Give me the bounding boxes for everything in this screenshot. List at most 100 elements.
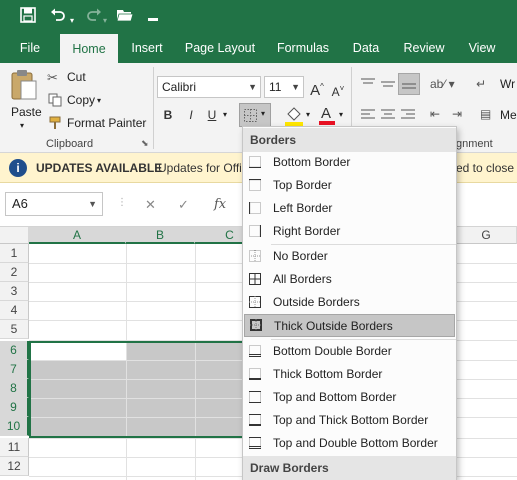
row-header[interactable]: 12	[0, 457, 29, 476]
row-header[interactable]: 9	[0, 398, 29, 417]
cancel-icon[interactable]: ✕	[145, 197, 156, 213]
menu-item-thick-outside-borders[interactable]: Thick Outside Borders	[244, 314, 455, 337]
all-borders-icon	[249, 273, 261, 285]
menu-item-top-double-bottom-border[interactable]: Top and Double Bottom Border	[243, 432, 456, 455]
redo-icon[interactable]	[86, 7, 102, 27]
wrap-text-icon[interactable]: ↵	[476, 77, 486, 91]
font-name-value: Calibri	[162, 80, 197, 94]
underline-button[interactable]: U	[204, 105, 220, 125]
paste-label: Paste	[11, 105, 42, 119]
increase-indent-icon[interactable]: ⇥	[452, 107, 462, 121]
undo-icon[interactable]	[50, 7, 66, 27]
outside-borders-icon	[249, 296, 261, 308]
menu-item-bottom-double-border[interactable]: Bottom Double Border	[243, 340, 456, 363]
draw-borders-heading: Draw Borders	[243, 456, 456, 480]
row-header[interactable]: 3	[0, 282, 29, 301]
tab-page-layout[interactable]: Page Layout	[180, 33, 260, 63]
redo-dropdown-icon[interactable]: ▾	[103, 12, 107, 30]
row-header[interactable]: 11	[0, 438, 29, 457]
insert-function-icon[interactable]: fx	[214, 197, 226, 212]
cut-button[interactable]: ✂ Cut	[47, 69, 97, 87]
row-header[interactable]: 7	[0, 360, 29, 379]
tab-view[interactable]: View	[462, 33, 502, 63]
menu-item-label: No Border	[273, 249, 328, 263]
merge-center-label[interactable]: Me	[500, 108, 517, 122]
clipboard-group-label: Clipboard	[46, 138, 94, 150]
tab-formulas[interactable]: Formulas	[270, 33, 336, 63]
font-size-select[interactable]: 11 ▼	[264, 76, 304, 98]
select-all-corner[interactable]	[0, 227, 29, 244]
tab-insert[interactable]: Insert	[124, 33, 170, 63]
font-color-icon[interactable]: A	[318, 103, 336, 128]
chevron-down-icon: ▼	[88, 199, 97, 209]
row-header[interactable]: 10	[0, 417, 29, 436]
merge-center-icon[interactable]: ▤	[480, 107, 491, 121]
save-icon[interactable]	[20, 7, 36, 27]
row-header[interactable]: 5	[0, 320, 29, 339]
resize-handle-icon[interactable]: ⋮	[117, 197, 127, 208]
menu-item-left-border[interactable]: Left Border	[243, 197, 456, 220]
column-header[interactable]: B	[126, 227, 195, 244]
font-color-dropdown-icon[interactable]: ▾	[339, 110, 343, 119]
paste-button[interactable]: Paste ▾	[6, 67, 42, 131]
copy-button[interactable]: Copy ▾	[47, 91, 107, 109]
clipboard-launcher-icon[interactable]: ⬊	[141, 138, 149, 149]
underline-dropdown-icon[interactable]: ▾	[223, 110, 227, 119]
row-header[interactable]: 2	[0, 263, 29, 282]
top-bottom-border-icon	[249, 391, 261, 403]
alignment-group-label: gnment	[456, 138, 493, 150]
menu-item-bottom-border[interactable]: Bottom Border	[243, 151, 456, 174]
menu-item-all-borders[interactable]: All Borders	[243, 268, 456, 291]
decrease-font-size-icon[interactable]: A˅	[329, 79, 347, 102]
align-center-icon[interactable]	[380, 108, 396, 125]
row-header[interactable]: 8	[0, 379, 29, 398]
align-right-icon[interactable]	[400, 108, 416, 125]
menu-item-thick-bottom-border[interactable]: Thick Bottom Border	[243, 363, 456, 386]
name-box[interactable]: A6 ▼	[5, 192, 103, 216]
thick-outside-borders-icon	[250, 319, 262, 331]
menu-item-top-border[interactable]: Top Border	[243, 174, 456, 197]
column-header[interactable]: A	[29, 227, 126, 244]
menu-item-label: Bottom Border	[273, 155, 351, 169]
thick-bottom-border-icon	[249, 368, 261, 380]
undo-dropdown-icon[interactable]: ▾	[70, 12, 74, 30]
decrease-indent-icon[interactable]: ⇤	[430, 107, 440, 121]
menu-item-label: Left Border	[273, 201, 333, 215]
bold-button[interactable]: B	[160, 105, 176, 125]
tab-file[interactable]: File	[10, 33, 50, 63]
top-border-icon	[249, 179, 261, 191]
menu-item-no-border[interactable]: No Border	[243, 245, 456, 268]
menu-item-top-bottom-border[interactable]: Top and Bottom Border	[243, 386, 456, 409]
folder-open-icon[interactable]	[116, 7, 134, 27]
top-thick-bottom-border-icon	[249, 414, 261, 426]
customize-qat-icon[interactable]: ▬	[148, 10, 158, 28]
borders-button[interactable]: ▾	[239, 103, 271, 127]
fill-color-dropdown-icon[interactable]: ▾	[306, 110, 310, 119]
italic-button[interactable]: I	[183, 105, 199, 125]
tab-review[interactable]: Review	[396, 33, 452, 63]
tab-home[interactable]: Home	[60, 34, 118, 63]
left-border-icon	[249, 202, 261, 214]
name-box-value: A6	[12, 196, 28, 211]
increase-font-size-icon[interactable]: A^	[308, 77, 326, 101]
menu-item-outside-borders[interactable]: Outside Borders	[243, 291, 456, 314]
format-painter-button[interactable]: Format Painter	[47, 114, 147, 132]
align-middle-icon[interactable]	[380, 77, 396, 94]
menu-item-label: Top Border	[273, 178, 332, 192]
font-name-select[interactable]: Calibri ▼	[157, 76, 261, 98]
row-header[interactable]: 1	[0, 244, 29, 263]
align-bottom-icon[interactable]	[398, 73, 420, 95]
menu-item-right-border[interactable]: Right Border	[243, 220, 456, 243]
row-header[interactable]: 4	[0, 301, 29, 320]
align-top-icon[interactable]	[360, 77, 376, 94]
wrap-text-label[interactable]: Wr	[500, 77, 515, 91]
column-header[interactable]: G	[456, 227, 517, 244]
menu-item-top-thick-bottom-border[interactable]: Top and Thick Bottom Border	[243, 409, 456, 432]
orientation-icon[interactable]: ab⁄ ▾	[430, 77, 455, 91]
tab-data[interactable]: Data	[346, 33, 386, 63]
scissors-icon: ✂	[47, 70, 58, 85]
row-header[interactable]: 6	[0, 341, 29, 360]
enter-icon[interactable]: ✓	[178, 197, 189, 213]
align-left-icon[interactable]	[360, 108, 376, 125]
right-border-icon	[249, 225, 261, 237]
